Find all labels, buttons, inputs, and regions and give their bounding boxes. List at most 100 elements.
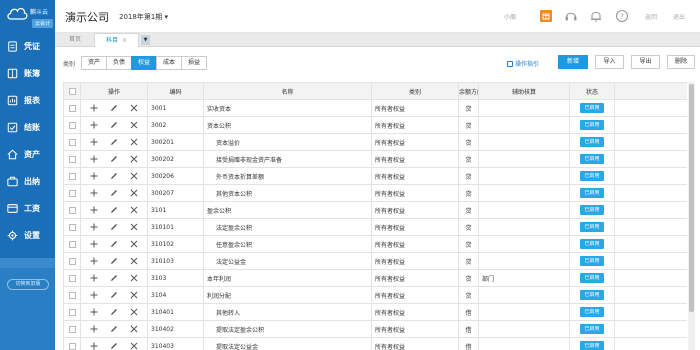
- status-badge[interactable]: 已启用: [580, 290, 604, 300]
- import-button[interactable]: 导入: [595, 55, 624, 69]
- add-icon[interactable]: [90, 240, 98, 248]
- sidebar-item-checkout[interactable]: 结账: [0, 114, 55, 141]
- status-badge[interactable]: 已启用: [580, 154, 604, 164]
- add-icon[interactable]: [90, 189, 98, 197]
- add-icon[interactable]: [90, 291, 98, 299]
- add-icon[interactable]: [90, 342, 98, 350]
- row-checkbox[interactable]: [68, 155, 76, 163]
- sidebar-item-voucher[interactable]: 凭证: [0, 33, 55, 60]
- table-row[interactable]: 3104 利润分配 所有者权益贷 已启用: [63, 286, 687, 304]
- sidebar-item-ledger[interactable]: 账簿: [0, 60, 55, 87]
- category-tab[interactable]: 负债: [106, 56, 133, 70]
- table-row[interactable]: 300206 外币资本折算差额 所有者权益贷 已启用: [63, 167, 687, 185]
- export-button[interactable]: 导出: [631, 55, 660, 69]
- status-badge[interactable]: 已启用: [580, 256, 604, 266]
- row-checkbox[interactable]: [68, 172, 76, 180]
- add-icon[interactable]: [90, 172, 98, 180]
- delete-icon[interactable]: [130, 342, 138, 350]
- table-row[interactable]: 310401 其他转入 所有者权益借 已启用: [63, 303, 687, 321]
- category-tab[interactable]: 资产: [81, 56, 108, 70]
- row-checkbox[interactable]: [68, 342, 76, 350]
- headset-icon[interactable]: [564, 9, 578, 23]
- edit-icon[interactable]: [110, 308, 118, 316]
- edit-icon[interactable]: [110, 274, 118, 282]
- back-link[interactable]: 返回: [645, 12, 657, 21]
- edit-icon[interactable]: [110, 342, 118, 350]
- exit-link[interactable]: 退出: [673, 12, 685, 21]
- table-row[interactable]: 310101 法定盈余公积 所有者权益贷 已启用: [63, 218, 687, 236]
- delete-icon[interactable]: [130, 121, 138, 129]
- table-row[interactable]: 310103 法定公益金 所有者权益贷 已启用: [63, 252, 687, 270]
- row-checkbox[interactable]: [68, 223, 76, 231]
- edit-icon[interactable]: [110, 121, 118, 129]
- row-checkbox[interactable]: [68, 240, 76, 248]
- delete-icon[interactable]: [130, 257, 138, 265]
- vertical-scrollbar[interactable]: [688, 82, 695, 350]
- add-icon[interactable]: [90, 104, 98, 112]
- status-badge[interactable]: 已启用: [580, 239, 604, 249]
- header-code[interactable]: 编码: [147, 82, 204, 100]
- add-icon[interactable]: [90, 138, 98, 146]
- row-checkbox[interactable]: [68, 325, 76, 333]
- add-icon[interactable]: [90, 308, 98, 316]
- status-badge[interactable]: 已启用: [580, 171, 604, 181]
- delete-icon[interactable]: [130, 104, 138, 112]
- row-checkbox[interactable]: [68, 138, 76, 146]
- table-row[interactable]: 310403 提取法定公益金 所有者权益借 已启用: [63, 337, 687, 350]
- tab-more-icon[interactable]: ▼: [141, 35, 150, 45]
- edit-icon[interactable]: [110, 206, 118, 214]
- row-checkbox[interactable]: [68, 121, 76, 129]
- edit-icon[interactable]: [110, 240, 118, 248]
- status-badge[interactable]: 已启用: [580, 307, 604, 317]
- edit-icon[interactable]: [110, 189, 118, 197]
- edit-icon[interactable]: [110, 104, 118, 112]
- add-icon[interactable]: [90, 121, 98, 129]
- add-icon[interactable]: [90, 257, 98, 265]
- edit-icon[interactable]: [110, 138, 118, 146]
- category-tab[interactable]: 损益: [181, 56, 208, 70]
- add-icon[interactable]: [90, 223, 98, 231]
- table-row[interactable]: 300207 其他资本公积 所有者权益贷 已启用: [63, 184, 687, 202]
- delete-icon[interactable]: [130, 308, 138, 316]
- add-icon[interactable]: [90, 155, 98, 163]
- category-tab[interactable]: 成本: [156, 56, 183, 70]
- delete-icon[interactable]: [130, 206, 138, 214]
- delete-icon[interactable]: [130, 138, 138, 146]
- operation-guide-link[interactable]: 操作指引: [507, 59, 539, 68]
- new-button[interactable]: 新增: [558, 55, 588, 69]
- sidebar-item-asset[interactable]: 资产: [0, 141, 55, 168]
- gift-icon[interactable]: [539, 9, 553, 23]
- status-badge[interactable]: 已启用: [580, 341, 604, 350]
- switch-version-button[interactable]: 切换到旧版: [7, 279, 49, 290]
- delete-icon[interactable]: [130, 223, 138, 231]
- delete-icon[interactable]: [130, 274, 138, 282]
- row-checkbox[interactable]: [68, 274, 76, 282]
- table-row[interactable]: 3101 盈余公积 所有者权益贷 已启用: [63, 201, 687, 219]
- company-name[interactable]: 演示公司: [65, 9, 109, 25]
- status-badge[interactable]: 已启用: [580, 103, 604, 113]
- delete-icon[interactable]: [130, 291, 138, 299]
- delete-icon[interactable]: [130, 325, 138, 333]
- table-row[interactable]: 300202 接受捐赠非现金资产准备 所有者权益贷 已启用: [63, 150, 687, 168]
- status-badge[interactable]: 已启用: [580, 137, 604, 147]
- row-checkbox[interactable]: [68, 206, 76, 214]
- edit-icon[interactable]: [110, 223, 118, 231]
- sidebar-item-report[interactable]: 报表: [0, 87, 55, 114]
- delete-icon[interactable]: [130, 240, 138, 248]
- add-icon[interactable]: [90, 274, 98, 282]
- sidebar-item-cashier[interactable]: 出纳: [0, 168, 55, 195]
- table-row[interactable]: 300201 资本溢价 所有者权益贷 已启用: [63, 133, 687, 151]
- period-select[interactable]: 2018年第1期 ▾: [119, 12, 168, 22]
- user-name[interactable]: 小周: [504, 12, 516, 21]
- tab-subjects[interactable]: 科目 ×: [94, 33, 139, 47]
- scrollbar-thumb[interactable]: [689, 84, 694, 312]
- row-checkbox[interactable]: [68, 291, 76, 299]
- tab-home[interactable]: 首页: [59, 33, 91, 47]
- row-checkbox[interactable]: [68, 189, 76, 197]
- delete-button[interactable]: 删除: [667, 55, 695, 69]
- add-icon[interactable]: [90, 325, 98, 333]
- table-row[interactable]: 3001 实收资本 所有者权益贷 已启用: [63, 99, 687, 117]
- status-badge[interactable]: 已启用: [580, 222, 604, 232]
- row-checkbox[interactable]: [68, 257, 76, 265]
- status-badge[interactable]: 已启用: [580, 324, 604, 334]
